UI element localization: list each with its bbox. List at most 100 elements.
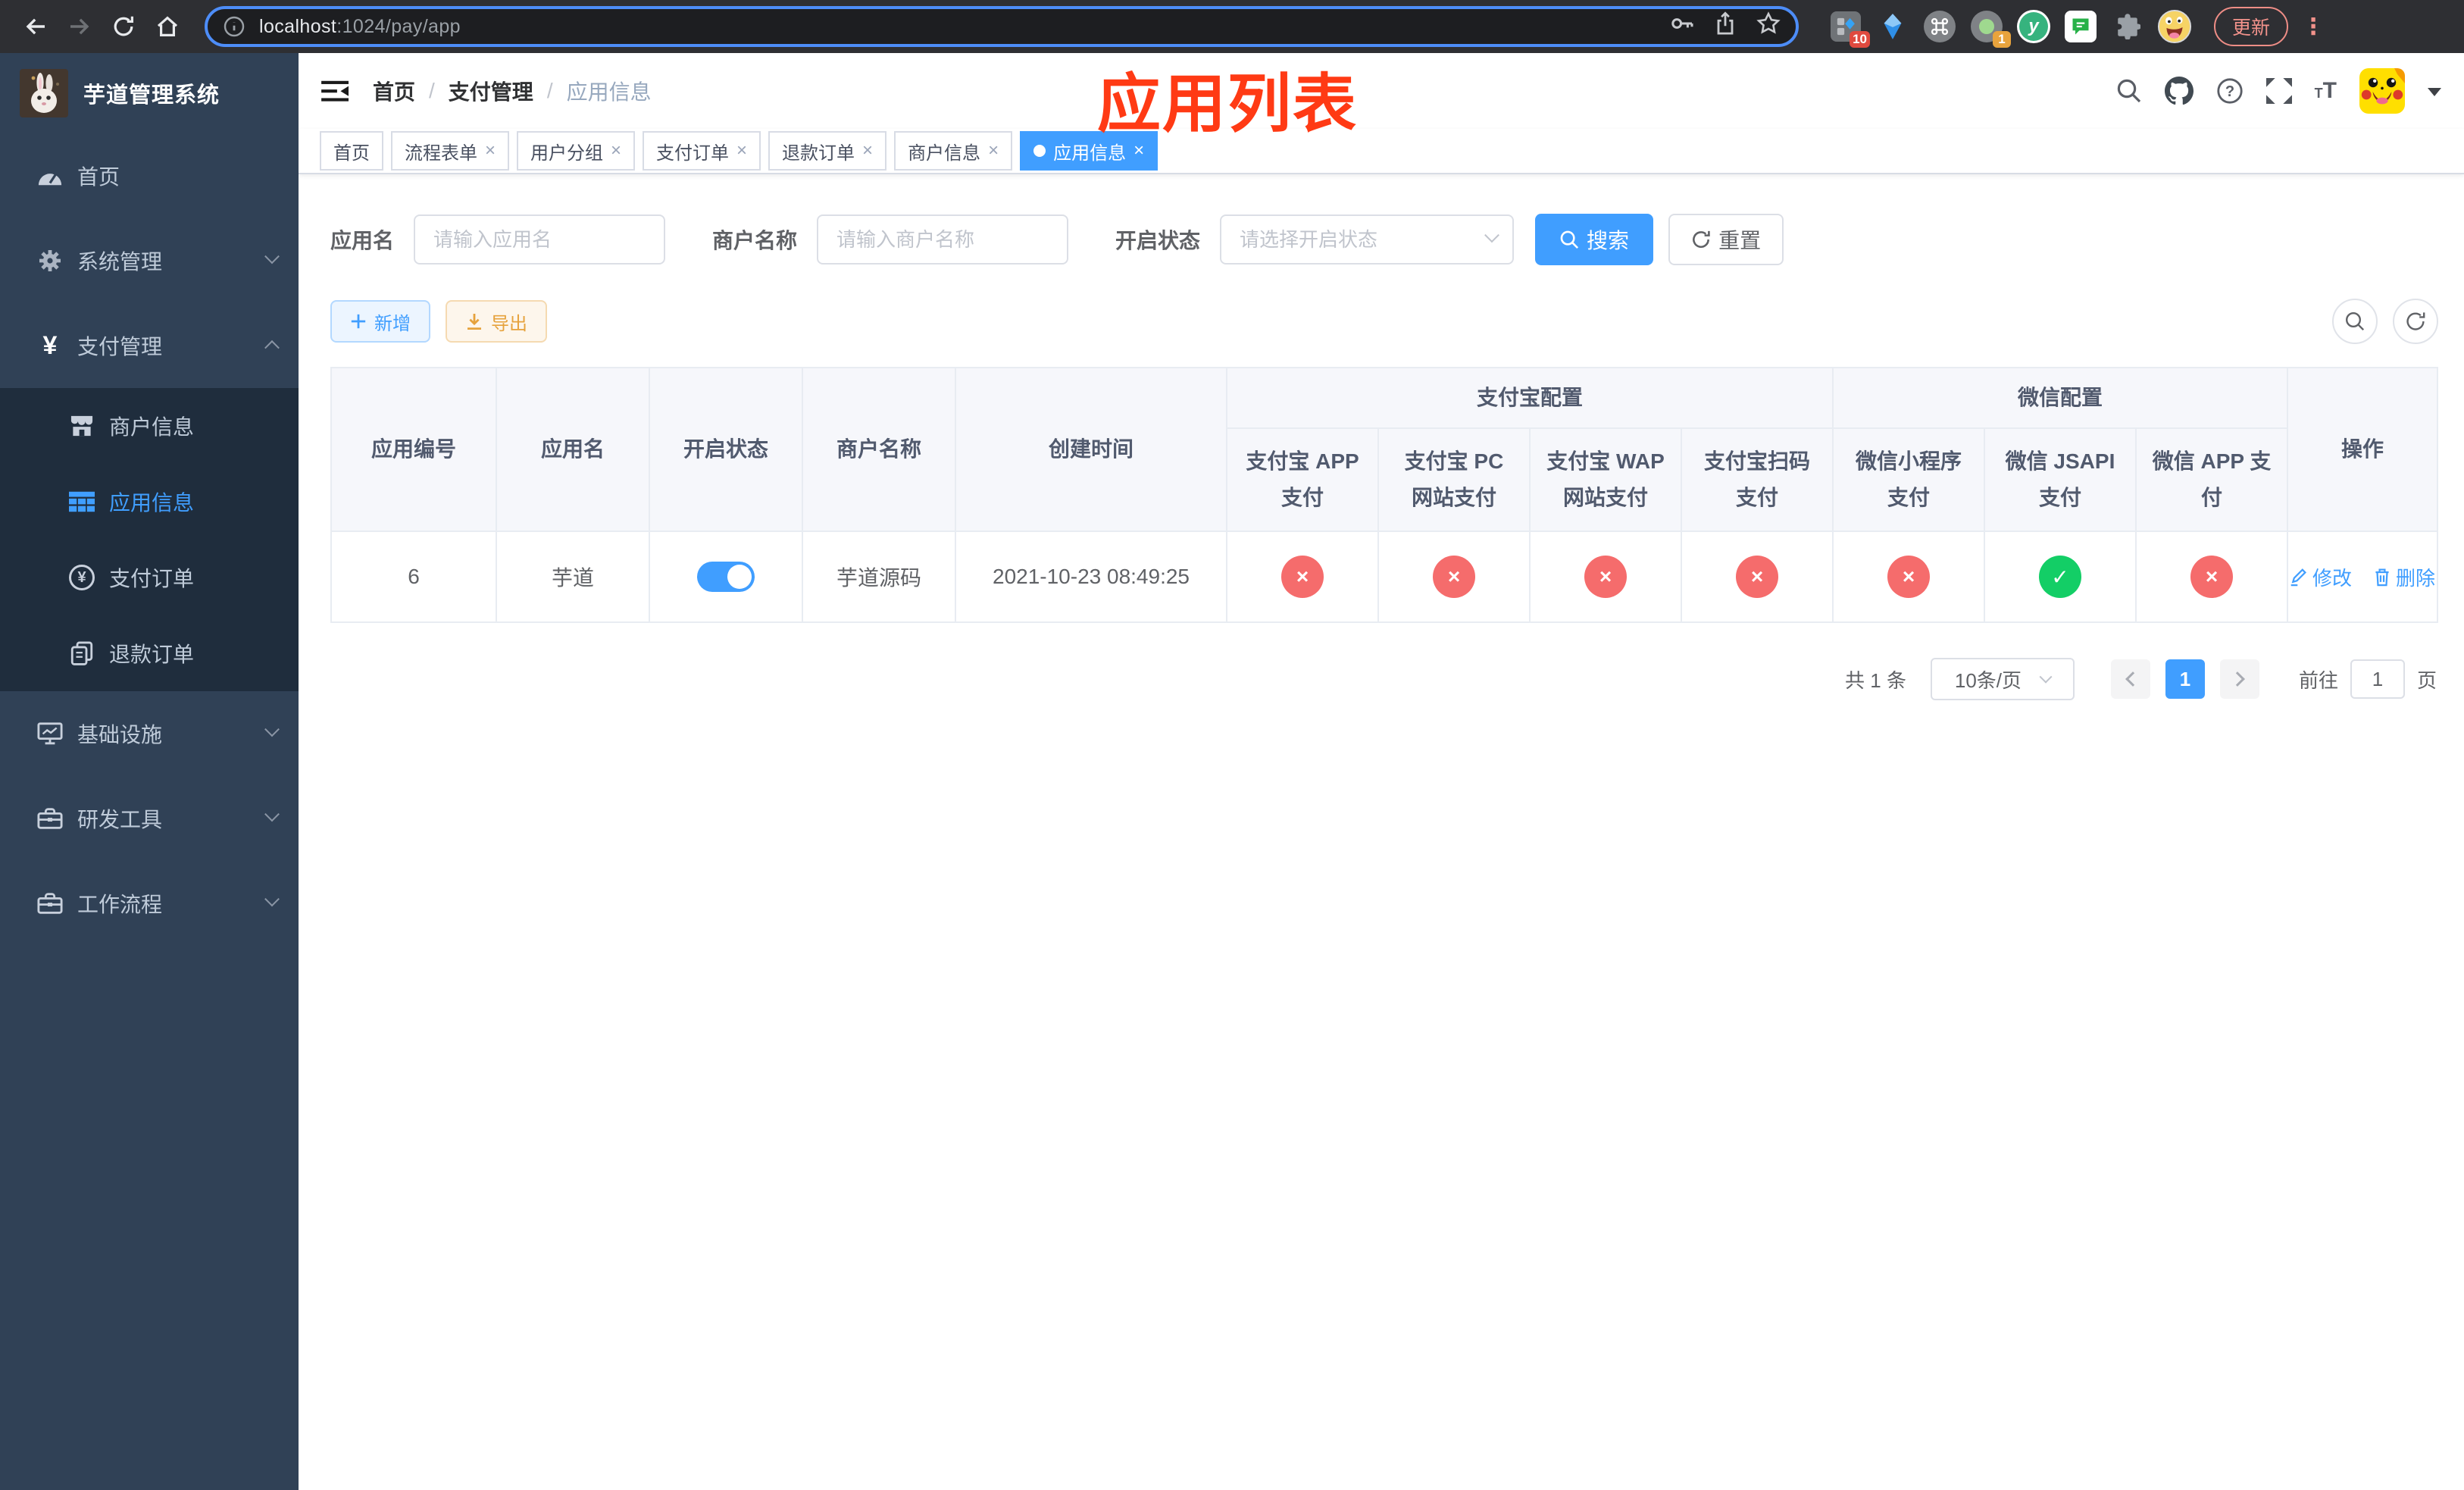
- user-avatar[interactable]: [2359, 68, 2405, 114]
- extension-green-chat-icon[interactable]: [2062, 8, 2099, 45]
- next-page-button[interactable]: [2219, 659, 2259, 699]
- extension-command-icon[interactable]: [1921, 8, 1958, 45]
- back-arrow-icon: [26, 18, 45, 35]
- breadcrumb-home[interactable]: 首页: [373, 76, 415, 106]
- current-page-button[interactable]: 1: [2165, 659, 2205, 699]
- reset-button[interactable]: 重置: [1668, 214, 1784, 265]
- sidebar-logo-row[interactable]: 芋道管理系统: [0, 53, 299, 133]
- fullscreen-icon[interactable]: [2265, 78, 2292, 104]
- app-title: 芋道管理系统: [83, 83, 220, 108]
- sidebar-item-label: 支付订单: [109, 567, 195, 590]
- status-select[interactable]: [1220, 214, 1515, 265]
- status-label: 开启状态: [1115, 229, 1201, 252]
- breadcrumb-payment[interactable]: 支付管理: [449, 76, 533, 106]
- page-size-select[interactable]: 10条/页: [1930, 658, 2075, 700]
- tab-close-icon[interactable]: [736, 140, 747, 161]
- tab-close-icon[interactable]: [485, 140, 496, 161]
- col-header-wx-jsapi: 微信 JSAPI 支付: [1984, 427, 2137, 532]
- tab-home[interactable]: 首页: [320, 131, 383, 171]
- sidebar-item-label: 工作流程: [77, 893, 163, 916]
- tab-user-group[interactable]: 用户分组: [517, 131, 636, 171]
- tab-close-icon[interactable]: [611, 140, 621, 161]
- wx-mini-status-icon: [1887, 556, 1931, 598]
- sidebar-collapse-icon[interactable]: [321, 78, 350, 104]
- browser-home-button[interactable]: [147, 6, 188, 47]
- address-bar[interactable]: localhost:1024/pay/app: [205, 6, 1799, 47]
- delete-link[interactable]: 删除: [2373, 563, 2435, 591]
- tab-process-form[interactable]: 流程表单: [391, 131, 510, 171]
- export-button[interactable]: 导出: [446, 300, 547, 343]
- tab-label: 支付订单: [656, 142, 730, 164]
- password-key-icon[interactable]: [1670, 11, 1694, 42]
- merchant-name-input[interactable]: [817, 214, 1069, 265]
- extension-emoji-face-icon[interactable]: [2156, 8, 2193, 45]
- toggle-search-button[interactable]: [2332, 299, 2378, 344]
- group-header-alipay: 支付宝配置: [1225, 367, 1834, 429]
- tab-close-icon[interactable]: [862, 140, 873, 161]
- col-header-actions: 操作: [2287, 367, 2439, 532]
- extension-blue-gem-icon[interactable]: [1875, 8, 1911, 45]
- sidebar-item-label: 应用信息: [109, 491, 195, 515]
- search-button[interactable]: 搜索: [1535, 214, 1654, 265]
- browser-reload-button[interactable]: [103, 6, 144, 47]
- extension-recorder-icon[interactable]: 1: [1968, 8, 2011, 48]
- table-toolbar: 新增 导出: [330, 299, 2438, 344]
- copy-icon: [67, 641, 97, 665]
- user-dropdown-caret-icon[interactable]: [2428, 88, 2441, 103]
- github-icon[interactable]: [2164, 77, 2194, 105]
- sidebar-item-dev-tools[interactable]: 研发工具: [0, 776, 299, 861]
- breadcrumb-current: 应用信息: [566, 80, 652, 104]
- bookmark-star-icon[interactable]: [1756, 11, 1781, 42]
- tab-pay-orders[interactable]: 支付订单: [643, 131, 761, 171]
- toolbox-icon: [35, 807, 65, 830]
- download-icon: [467, 314, 481, 330]
- help-icon[interactable]: ?: [2216, 77, 2244, 105]
- browser-update-button[interactable]: 更新: [2214, 7, 2289, 46]
- sidebar-item-infrastructure[interactable]: 基础设施: [0, 691, 299, 776]
- header-search-icon[interactable]: [2116, 78, 2142, 104]
- extension-badge: 10: [1850, 31, 1870, 48]
- sidebar-item-system[interactable]: 系统管理: [0, 218, 299, 303]
- browser-menu-icon[interactable]: ⋮: [2302, 14, 2325, 40]
- sidebar-item-payment[interactable]: ¥ 支付管理: [0, 303, 299, 388]
- app-name-input[interactable]: [414, 214, 666, 265]
- extensions-puzzle-icon[interactable]: [2109, 8, 2146, 45]
- browser-back-button[interactable]: [15, 6, 56, 47]
- pagination: 共 1 条 10条/页 1 前往 页: [330, 658, 2437, 700]
- add-button[interactable]: 新增: [330, 300, 430, 343]
- monitor-icon: [35, 722, 65, 746]
- status-toggle[interactable]: [697, 562, 755, 592]
- sidebar-item-label: 基础设施: [77, 723, 163, 747]
- cell-id: 6: [330, 531, 497, 623]
- extension-yuque-icon[interactable]: y: [2015, 8, 2052, 45]
- tab-close-icon[interactable]: [988, 140, 999, 161]
- goto-page-input[interactable]: [2350, 659, 2405, 699]
- site-info-icon[interactable]: [223, 15, 245, 38]
- sidebar-item-merchant-info[interactable]: 商户信息: [0, 388, 299, 464]
- extension-tag-assistant-icon[interactable]: 10: [1828, 8, 1870, 48]
- refresh-table-button[interactable]: [2393, 299, 2438, 344]
- sidebar-item-workflow[interactable]: 工作流程: [0, 861, 299, 946]
- share-icon[interactable]: [1714, 11, 1737, 42]
- page-unit-label: 页: [2416, 668, 2437, 692]
- tab-merchant-info[interactable]: 商户信息: [894, 131, 1013, 171]
- edit-link[interactable]: 修改: [2290, 563, 2352, 591]
- tab-refund-orders[interactable]: 退款订单: [768, 131, 887, 171]
- sidebar-item-label: 系统管理: [77, 250, 163, 274]
- plus-icon: [351, 314, 366, 329]
- total-count: 共 1 条: [1845, 668, 1906, 692]
- gear-icon: [35, 249, 65, 273]
- browser-forward-button[interactable]: [59, 6, 100, 47]
- sidebar-item-pay-orders[interactable]: ¥ 支付订单: [0, 540, 299, 615]
- sidebar-item-app-info[interactable]: 应用信息: [0, 464, 299, 540]
- tab-label: 商户信息: [908, 142, 981, 164]
- sidebar-item-refund-orders[interactable]: 退款订单: [0, 615, 299, 691]
- chevron-down-icon: [264, 722, 280, 737]
- col-header-created: 创建时间: [955, 367, 1227, 532]
- cell-name: 芋道: [496, 531, 650, 623]
- extension-badge: 1: [1993, 31, 2011, 48]
- sidebar-item-home[interactable]: 首页: [0, 133, 299, 218]
- tab-label: 首页: [333, 142, 370, 164]
- prev-page-button[interactable]: [2110, 659, 2150, 699]
- font-size-icon[interactable]: TT: [2315, 78, 2337, 104]
